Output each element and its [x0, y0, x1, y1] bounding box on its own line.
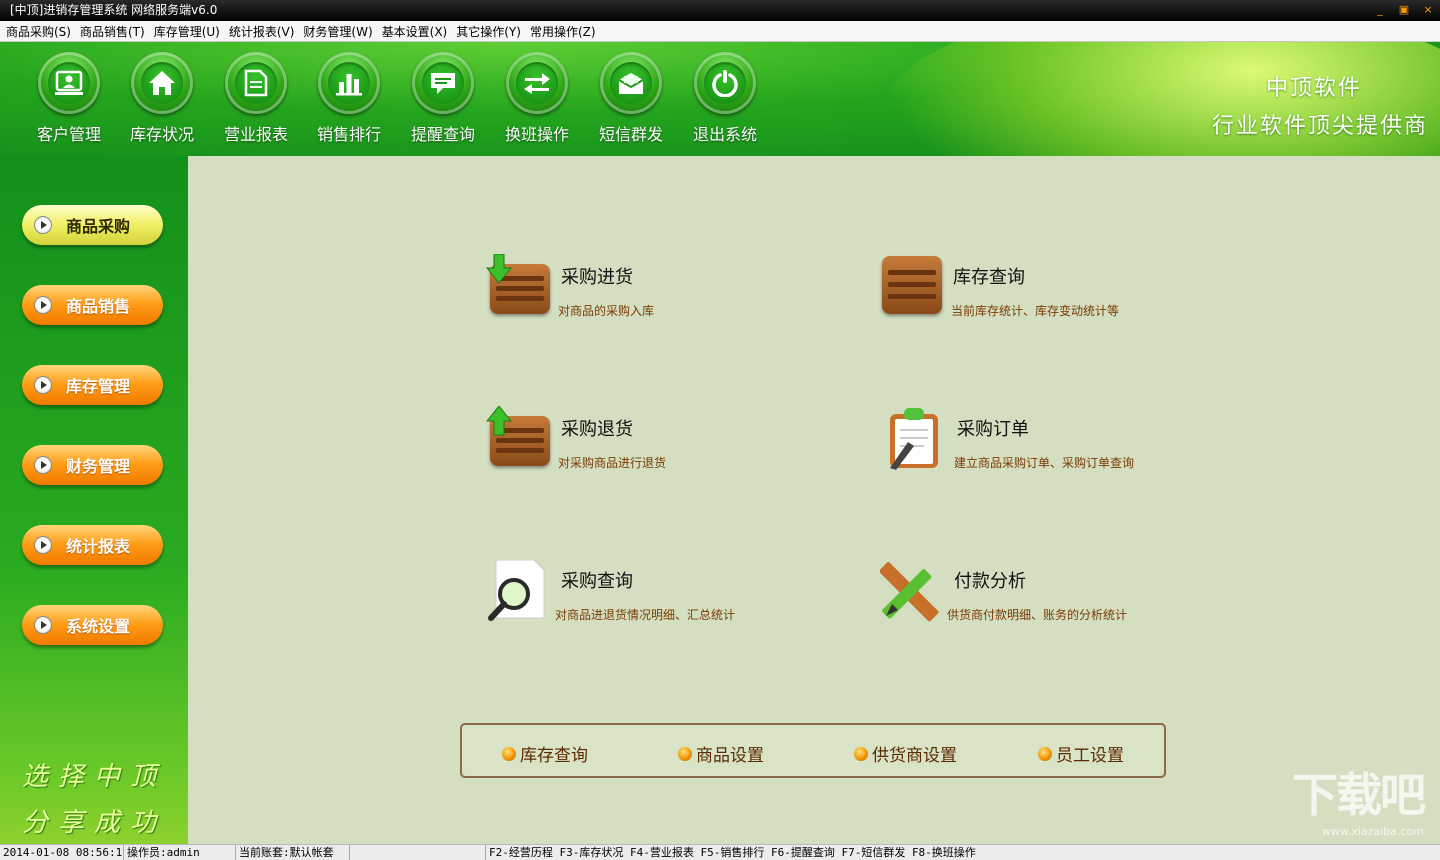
- feature-stock-query[interactable]: 库存查询 当前库存统计、库存变动统计等: [880, 256, 1240, 328]
- bar-chart-icon: [318, 52, 380, 114]
- report-icon: [225, 52, 287, 114]
- crate-icon: [880, 256, 942, 318]
- menu-reports[interactable]: 统计报表(V): [229, 23, 295, 40]
- play-icon: [34, 536, 52, 554]
- brand-tagline: 行业软件顶尖提供商: [1211, 114, 1428, 139]
- status-shortcuts: F2-经营历程 F3-库存状况 F4-营业报表 F5-销售排行 F6-提醒查询 …: [489, 846, 976, 859]
- brand-name: 中顶软件: [1265, 76, 1362, 101]
- toolbar-reminder-button[interactable]: 提醒查询: [403, 52, 483, 145]
- message-icon: [412, 52, 474, 114]
- menu-finance[interactable]: 财务管理(W): [303, 23, 372, 40]
- menu-sales[interactable]: 商品销售(T): [80, 23, 145, 40]
- status-account: 当前账套:默认帐套: [236, 845, 350, 860]
- sidebar-slogan-1: 选择中顶: [22, 762, 167, 792]
- toolbar-business-report-button[interactable]: 营业报表: [216, 52, 296, 145]
- close-button[interactable]: ×: [1422, 0, 1434, 20]
- play-icon: [34, 296, 52, 314]
- quick-link-goods-settings[interactable]: 商品设置: [678, 741, 764, 766]
- menu-bar: 商品采购(S) 商品销售(T) 库存管理(U) 统计报表(V) 财务管理(W) …: [0, 21, 1440, 42]
- brand-slogan: 中顶软件 行业软件顶尖提供商: [1212, 70, 1428, 140]
- home-icon: [131, 52, 193, 114]
- toolbar-customer-button[interactable]: 客户管理: [29, 52, 109, 145]
- customer-icon: [38, 52, 100, 114]
- quick-link-supplier-settings[interactable]: 供货商设置: [854, 741, 957, 766]
- menu-basic-settings[interactable]: 基本设置(X): [382, 23, 448, 40]
- title-bar: [中顶]进销存管理系统 网络服务端v6.0 _ ▣ ×: [0, 0, 1440, 21]
- magnifier-icon: [488, 559, 550, 622]
- bullet-icon: [854, 746, 868, 761]
- bullet-icon: [678, 746, 692, 761]
- play-icon: [34, 616, 52, 634]
- play-icon: [34, 376, 52, 394]
- feature-purchase-in[interactable]: 采购进货 对商品的采购入库: [486, 254, 848, 328]
- toolbar-shift-change-button[interactable]: 换班操作: [497, 52, 577, 145]
- feature-purchase-query[interactable]: 采购查询 对商品进退货情况明细、汇总统计: [488, 559, 848, 632]
- window-title: [中顶]进销存管理系统 网络服务端v6.0: [10, 3, 218, 17]
- play-icon: [34, 456, 52, 474]
- bullet-icon: [1038, 746, 1052, 761]
- sidebar-item-purchase[interactable]: 商品采购: [22, 205, 163, 245]
- sidebar: 商品采购 商品销售 库存管理 财务管理 统计报表 系统设置 选择中顶 分享成功: [0, 156, 188, 844]
- menu-other[interactable]: 其它操作(Y): [456, 23, 521, 40]
- feature-purchase-return[interactable]: 采购退货 对采购商品进行退货: [486, 406, 848, 480]
- status-bar: 2014-01-08 08:56:13 操作员:admin 当前账套:默认帐套 …: [0, 844, 1440, 860]
- status-blank: [350, 845, 486, 860]
- main-content: 采购进货 对商品的采购入库 库存查询 当前库存统计、库存变动统计等 采购退货 对…: [188, 156, 1440, 844]
- quick-links-panel: 库存查询 商品设置 供货商设置 员工设置: [460, 723, 1166, 778]
- sidebar-item-inventory[interactable]: 库存管理: [22, 365, 163, 405]
- minimize-button[interactable]: _: [1374, 0, 1386, 20]
- play-icon: [34, 216, 52, 234]
- feature-payment-analysis[interactable]: 付款分析 供货商付款明细、账务的分析统计: [879, 560, 1240, 632]
- quick-link-staff-settings[interactable]: 员工设置: [1038, 741, 1124, 766]
- status-operator: 操作员:admin: [124, 845, 236, 860]
- menu-common[interactable]: 常用操作(Z): [530, 23, 596, 40]
- menu-purchase[interactable]: 商品采购(S): [6, 23, 71, 40]
- swap-icon: [506, 52, 568, 114]
- sidebar-slogan-2: 分享成功: [22, 808, 167, 838]
- status-datetime: 2014-01-08 08:56:13: [0, 845, 124, 860]
- toolbar-sms-button[interactable]: 短信群发: [591, 52, 671, 145]
- power-icon: [694, 52, 756, 114]
- clipboard-icon: [884, 408, 946, 470]
- sidebar-item-reports[interactable]: 统计报表: [22, 525, 163, 565]
- menu-inventory[interactable]: 库存管理(U): [154, 23, 220, 40]
- sidebar-item-sales[interactable]: 商品销售: [22, 285, 163, 325]
- crate-return-icon: [486, 406, 550, 470]
- feature-purchase-order[interactable]: 采购订单 建立商品采购订单、采购订单查询: [884, 408, 1244, 480]
- sidebar-item-finance[interactable]: 财务管理: [22, 445, 163, 485]
- bullet-icon: [502, 746, 516, 761]
- pencil-ruler-icon: [879, 560, 942, 622]
- sms-icon: [600, 52, 662, 114]
- quick-link-stock-query[interactable]: 库存查询: [502, 741, 588, 766]
- toolbar-header: 客户管理 库存状况 营业报表 销售排行 提醒查询 换班操作 短信群发 退出系统 …: [0, 42, 1440, 156]
- toolbar-exit-button[interactable]: 退出系统: [685, 52, 765, 145]
- toolbar-sales-ranking-button[interactable]: 销售排行: [309, 52, 389, 145]
- watermark: 下载吧 www.xiazaiba.com: [1292, 768, 1426, 838]
- sidebar-item-settings[interactable]: 系统设置: [22, 605, 163, 645]
- window-controls: _ ▣ ×: [1374, 0, 1434, 20]
- toolbar-stock-status-button[interactable]: 库存状况: [122, 52, 202, 145]
- maximize-button[interactable]: ▣: [1398, 0, 1410, 20]
- crate-in-icon: [486, 254, 550, 318]
